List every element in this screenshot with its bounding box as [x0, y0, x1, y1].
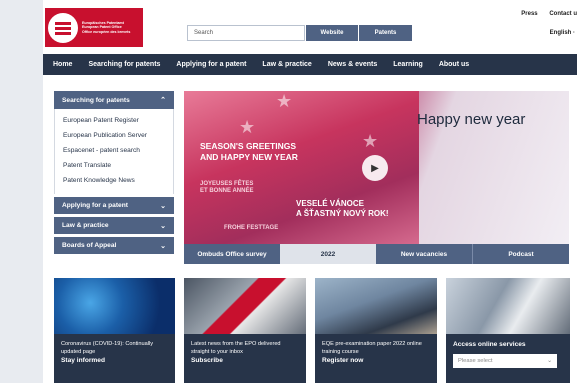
card-cta[interactable]: Stay informed: [61, 357, 168, 364]
sidebar-section-label: Applying for a patent: [62, 202, 128, 209]
card-caption: EQE pre-examination paper 2022 online tr…: [315, 334, 437, 383]
card-text: EQE pre-examination paper 2022 online tr…: [322, 341, 422, 355]
laptop-image: [184, 278, 306, 340]
hero-title: Happy new year: [417, 111, 526, 128]
card-covid[interactable]: Coronavirus (COVID-19): Continually upda…: [54, 278, 175, 383]
greeting-line: AND HAPPY NEW YEAR: [200, 152, 298, 162]
tab-new-vacancies[interactable]: New vacancies: [376, 244, 472, 264]
chevron-down-icon: ⌄: [160, 242, 166, 250]
nav-news[interactable]: News & events: [320, 54, 385, 75]
contact-link[interactable]: Contact u: [549, 11, 577, 17]
greeting-line: VESELÉ VÁNOCE: [296, 199, 365, 208]
search-input[interactable]: Search: [187, 25, 305, 41]
nav-home[interactable]: Home: [43, 54, 81, 75]
sidebar-links: European Patent Register European Public…: [54, 109, 174, 194]
student-image: [315, 278, 437, 340]
card-text: Coronavirus (COVID-19): Continually upda…: [61, 341, 154, 355]
sidebar-section-law[interactable]: Law & practice ⌄: [54, 217, 174, 234]
sidebar-item-publication-server[interactable]: European Publication Server: [55, 128, 173, 143]
play-icon[interactable]: ▶: [362, 155, 388, 181]
hero-tabs: Ombuds Office survey 2022 New vacancies …: [184, 244, 569, 264]
website-button[interactable]: Website: [306, 25, 358, 41]
star-icon: ★: [239, 117, 256, 137]
hero-banner[interactable]: ★ ★ ★ SEASON'S GREETINGS AND HAPPY NEW Y…: [184, 91, 569, 244]
epo-logo-icon: [48, 12, 78, 43]
chevron-down-icon: ⌄: [160, 202, 166, 210]
nav-law[interactable]: Law & practice: [254, 54, 319, 75]
logo-line-fr: Office européen des brevets: [82, 29, 131, 34]
sidebar-section-boards[interactable]: Boards of Appeal ⌄: [54, 237, 174, 254]
card-online-services: Access online services Please select ⌄: [446, 278, 570, 383]
sidebar: Searching for patents ⌃ European Patent …: [54, 91, 174, 254]
sidebar-header[interactable]: Searching for patents ⌃: [54, 91, 174, 109]
tab-podcast[interactable]: Podcast: [472, 244, 569, 264]
greeting-line: ET BONNE ANNÉE: [200, 188, 254, 194]
star-icon: ★: [276, 91, 293, 111]
select-value: Please select: [458, 358, 493, 364]
sidebar-item-espacenet[interactable]: Espacenet - patent search: [55, 143, 173, 158]
sidebar-title: Searching for patents: [62, 96, 130, 104]
main-nav: Home Searching for patents Applying for …: [43, 54, 577, 75]
nav-about[interactable]: About us: [431, 54, 477, 75]
sidebar-section-applying[interactable]: Applying for a patent ⌄: [54, 197, 174, 214]
card-cta[interactable]: Register now: [322, 357, 430, 364]
top-links: Press Contact u: [511, 11, 577, 17]
chevron-down-icon: ⌄: [160, 222, 166, 230]
star-icon: ★: [362, 131, 379, 151]
nav-learning[interactable]: Learning: [385, 54, 431, 75]
card-cta[interactable]: Subscribe: [191, 357, 299, 364]
online-services-select[interactable]: Please select ⌄: [453, 354, 557, 368]
sidebar-item-knowledge-news[interactable]: Patent Knowledge News: [55, 173, 173, 188]
virus-image: [54, 278, 175, 340]
nav-applying[interactable]: Applying for a patent: [168, 54, 254, 75]
greeting-line: A ŠŤASTNÝ NOVÝ ROK!: [296, 209, 389, 218]
card-newsletter[interactable]: Latest news from the EPO delivered strai…: [184, 278, 306, 383]
sidebar-item-register[interactable]: European Patent Register: [55, 113, 173, 128]
greeting-line: JOYEUSES FÊTES: [200, 181, 254, 187]
page: Europäisches Patentamt European Patent O…: [0, 0, 577, 383]
sidebar-section-label: Law & practice: [62, 222, 109, 229]
card-caption: Latest news from the EPO delivered strai…: [184, 334, 306, 383]
card-caption: Access online services Please select ⌄: [446, 334, 570, 383]
nav-searching[interactable]: Searching for patents: [80, 54, 168, 75]
sidebar-section-label: Boards of Appeal: [62, 242, 117, 249]
press-link[interactable]: Press: [521, 11, 537, 17]
logo-text: Europäisches Patentamt European Patent O…: [82, 21, 130, 34]
site-frame: Europäisches Patentamt European Patent O…: [43, 0, 577, 383]
greeting-line: FROHE FESTTAGE: [224, 225, 279, 231]
meeting-image: [446, 278, 570, 340]
card-title: Access online services: [453, 341, 526, 348]
chevron-up-icon: ⌃: [160, 97, 166, 104]
tab-ombuds-survey[interactable]: Ombuds Office survey: [184, 244, 280, 264]
card-text: Latest news from the EPO delivered strai…: [191, 341, 281, 355]
greeting-line: SEASON'S GREETINGS: [200, 141, 297, 151]
epo-logo[interactable]: Europäisches Patentamt European Patent O…: [45, 8, 143, 47]
chevron-down-icon: ⌄: [547, 358, 552, 364]
language-selector[interactable]: English ·: [550, 30, 575, 36]
card-eqe[interactable]: EQE pre-examination paper 2022 online tr…: [315, 278, 437, 383]
tab-2022[interactable]: 2022: [280, 244, 376, 264]
card-caption: Coronavirus (COVID-19): Continually upda…: [54, 334, 175, 383]
patents-button[interactable]: Patents: [359, 25, 412, 41]
sidebar-item-translate[interactable]: Patent Translate: [55, 158, 173, 173]
